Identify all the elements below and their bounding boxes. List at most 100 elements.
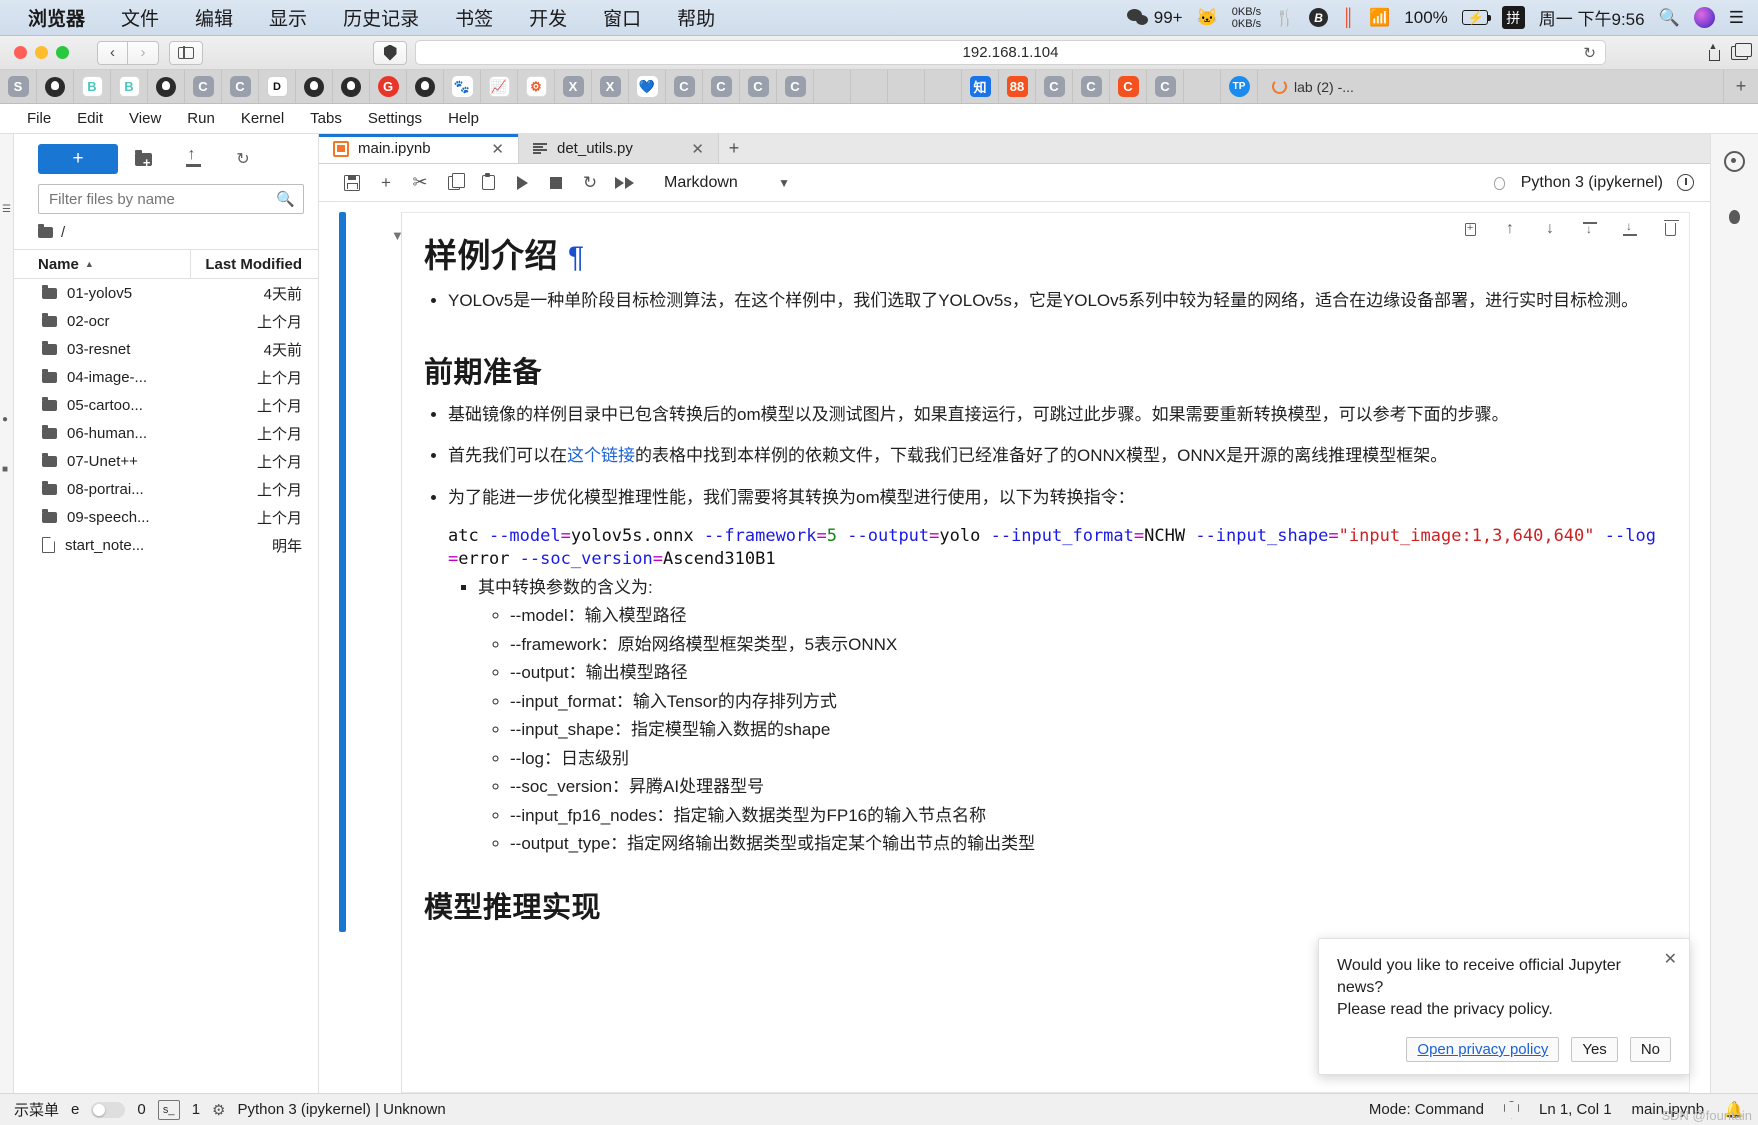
tab-favicon[interactable]: C [185,70,222,103]
tab-favicon[interactable]: C [777,70,814,103]
jl-menu-view[interactable]: View [116,110,174,127]
tab-overview-icon[interactable] [1731,42,1752,60]
cat-icon[interactable]: 🐱 [1197,8,1218,28]
utensils-icon[interactable]: 🍴 [1275,8,1295,28]
tab-favicon[interactable] [333,70,370,103]
menu-bookmarks[interactable]: 书签 [437,4,511,31]
tab-favicon[interactable] [296,70,333,103]
column-header-modified[interactable]: Last Modified [190,250,318,278]
active-browser-tab[interactable]: lab (2) -... [1258,70,1724,103]
tab-favicon[interactable]: TP [1221,70,1258,103]
battery-icon[interactable]: ⚡ [1461,10,1491,25]
jl-menu-help[interactable]: Help [435,110,492,127]
jl-menu-settings[interactable]: Settings [355,110,435,127]
tab-favicon[interactable]: 📈 [481,70,518,103]
open-privacy-policy-button[interactable]: Open privacy policy [1406,1037,1560,1062]
tab-favicon[interactable]: B [111,70,148,103]
toggle-sidebar-button[interactable] [169,40,203,65]
kernel-idle-icon[interactable] [1677,174,1694,191]
tab-favicon[interactable]: C [1147,70,1184,103]
list-item[interactable]: 04-image-... 上个月 [14,363,318,391]
tab-favicon[interactable] [148,70,185,103]
tab-favicon[interactable]: C [666,70,703,103]
e-label[interactable]: e [71,1101,79,1118]
duplicate-cell-button[interactable] [1461,219,1479,239]
jl-menu-file[interactable]: File [14,110,64,127]
list-item[interactable]: 08-portrai... 上个月 [14,475,318,503]
tab-favicon[interactable] [407,70,444,103]
insert-cell-above-button[interactable] [1581,219,1599,239]
list-item[interactable]: start_note... 明年 [14,531,318,559]
tab-favicon[interactable] [37,70,74,103]
clock[interactable]: 周一 下午9:56 [1539,5,1645,30]
filter-files-input[interactable] [38,184,304,214]
tab-favicon[interactable]: D [259,70,296,103]
menu-browser[interactable]: 浏览器 [10,4,103,31]
tab-favicon[interactable]: 知 [962,70,999,103]
list-item[interactable]: 05-cartoo... 上个月 [14,391,318,419]
tab-favicon[interactable]: S [0,70,37,103]
cut-cells-button[interactable]: ✂ [403,166,437,200]
property-inspector-button[interactable] [1722,148,1748,174]
spotlight-search-icon[interactable]: 🔍 [1659,8,1680,28]
tab-favicon[interactable] [851,70,888,103]
tab-favicon[interactable] [814,70,851,103]
tab-det-utils-py[interactable]: det_utils.py ✕ [519,134,719,163]
share-icon[interactable] [1706,41,1721,61]
upload-files-button[interactable] [168,144,218,174]
jl-menu-kernel[interactable]: Kernel [228,110,297,127]
siri-icon[interactable] [1693,7,1715,28]
close-icon[interactable]: ✕ [1664,949,1677,969]
no-button[interactable]: No [1629,1037,1671,1062]
debugger-panel-button[interactable] [1722,204,1748,230]
privacy-report-button[interactable] [373,40,407,65]
maximize-window-button[interactable] [56,46,69,59]
kernel-name[interactable]: Python 3 (ipykernel) [1521,174,1663,192]
running-rail-icon[interactable]: ● [2,414,12,425]
new-tab-button[interactable]: + [1724,70,1758,103]
jl-menu-run[interactable]: Run [174,110,228,127]
tab-favicon[interactable]: B [74,70,111,103]
tab-favicon[interactable]: 88 [999,70,1036,103]
jl-menu-edit[interactable]: Edit [64,110,116,127]
delete-cell-button[interactable] [1661,219,1679,239]
close-window-button[interactable] [14,46,27,59]
list-item[interactable]: 06-human... 上个月 [14,419,318,447]
insert-cell-below-button[interactable] [1621,219,1639,239]
doc-link[interactable]: 这个链接 [567,446,635,465]
list-item[interactable]: 09-speech... 上个月 [14,503,318,531]
copy-cells-button[interactable] [437,166,471,200]
extensions-rail-icon[interactable]: ■ [2,464,12,475]
tab-favicon[interactable]: 💙 [629,70,666,103]
kernel-status-text[interactable]: Python 3 (ipykernel) | Unknown [238,1101,446,1118]
menu-window[interactable]: 窗口 [585,4,659,31]
tab-favicon[interactable]: X [555,70,592,103]
tab-favicon[interactable] [888,70,925,103]
minimize-window-button[interactable] [35,46,48,59]
menu-edit[interactable]: 编辑 [177,4,251,31]
menu-history[interactable]: 历史记录 [325,4,437,31]
show-menu-label[interactable]: 示菜单 [14,1099,59,1120]
tab-favicon[interactable]: C [1110,70,1147,103]
list-item[interactable]: 01-yolov5 4天前 [14,279,318,307]
tab-favicon[interactable]: C [222,70,259,103]
interrupt-kernel-button[interactable] [539,166,573,200]
move-cell-down-button[interactable]: ↓ [1541,219,1559,239]
terminal-count-icon[interactable]: s_ [157,1099,180,1120]
list-item[interactable]: 03-resnet 4天前 [14,335,318,363]
yes-button[interactable]: Yes [1571,1037,1618,1062]
tab-favicon[interactable]: ⚙ [518,70,555,103]
menu-view[interactable]: 显示 [251,4,325,31]
list-item[interactable]: 02-ocr 上个月 [14,307,318,335]
tab-favicon[interactable]: C [1073,70,1110,103]
tab-favicon[interactable]: X [592,70,629,103]
mode-indicator[interactable]: Mode: Command [1369,1101,1484,1118]
close-tab-icon[interactable]: ✕ [465,140,504,158]
address-bar[interactable]: 192.168.1.104 ↻ [415,40,1606,65]
pause-icon[interactable]: ║ [1342,8,1355,28]
tab-favicon[interactable]: G [370,70,407,103]
back-button[interactable]: ‹ [97,40,128,65]
tab-main-ipynb[interactable]: main.ipynb ✕ [319,134,519,163]
tab-favicon[interactable] [1184,70,1221,103]
anchor-link-icon[interactable]: ¶ [568,241,585,274]
